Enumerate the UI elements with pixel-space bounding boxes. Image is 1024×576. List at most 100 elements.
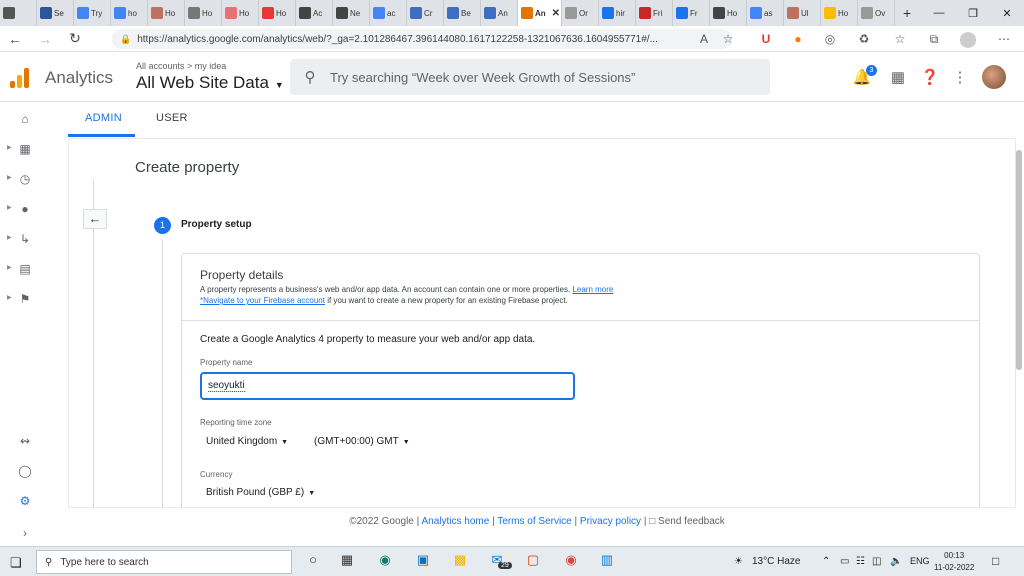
cortana-icon[interactable]: ○ — [302, 552, 324, 572]
browser-tab[interactable]: Ho — [222, 0, 259, 26]
currency-select[interactable]: British Pound (GBP £) ▼ — [206, 487, 315, 498]
browser-tab[interactable]: hir — [599, 0, 636, 26]
language-indicator[interactable]: ENG — [910, 556, 930, 566]
browser-tab[interactable]: Se — [37, 0, 74, 26]
browser-tab[interactable]: ho — [111, 0, 148, 26]
learn-more-link[interactable]: Learn more — [572, 285, 613, 294]
browser-tab[interactable]: ac — [370, 0, 407, 26]
favorites-icon[interactable]: ☆ — [892, 32, 908, 46]
tab-favicon-icon — [151, 7, 163, 19]
timezone-offset-select[interactable]: (GMT+00:00) GMT ▼ — [314, 436, 410, 447]
firebase-link[interactable]: *Navigate to your Firebase account — [200, 296, 325, 305]
avatar[interactable] — [982, 65, 1006, 89]
property-details-card: Property details A property represents a… — [181, 253, 980, 508]
apps-grid-icon[interactable]: ▦ — [888, 68, 908, 86]
nav-expand[interactable]: › — [0, 522, 50, 546]
restore-icon[interactable]: ❐ — [956, 7, 990, 20]
nav-realtime[interactable]: ▶ ◷ — [0, 168, 50, 192]
chrome-icon[interactable]: ◉ — [560, 552, 582, 572]
collections-icon[interactable]: ⧉ — [926, 32, 942, 47]
address-bar: ← → ↻ 🔒 https://analytics.google.com/ana… — [0, 26, 1024, 52]
edge-icon[interactable]: ◉ — [374, 552, 396, 572]
terms-link[interactable]: Terms of Service — [497, 516, 571, 527]
browser-tab[interactable]: Ho — [710, 0, 747, 26]
nav-conversions[interactable]: ▶ ⚑ — [0, 288, 50, 312]
browser-tab[interactable]: Cr — [407, 0, 444, 26]
browser-tab[interactable]: Try — [74, 0, 111, 26]
browser-tab[interactable]: Ul — [784, 0, 821, 26]
scrollbar[interactable] — [1016, 150, 1022, 370]
privacy-link[interactable]: Privacy policy — [580, 516, 641, 527]
favorite-icon[interactable]: ☆ — [720, 32, 736, 46]
network-icon[interactable]: ☷ — [856, 556, 865, 567]
browser-tab[interactable]: as — [747, 0, 784, 26]
browser-tab[interactable]: An — [481, 0, 518, 26]
read-aloud-icon[interactable]: A⁲ — [696, 32, 712, 46]
clock[interactable]: 00:13 11-02-2022 — [934, 550, 974, 574]
close-window-icon[interactable]: ✕ — [990, 7, 1024, 20]
power-icon[interactable]: ◫ — [872, 556, 881, 567]
active-tab-indicator — [68, 134, 135, 137]
url-field[interactable]: 🔒 https://analytics.google.com/analytics… — [112, 29, 732, 49]
help-icon[interactable]: ❓ — [920, 68, 940, 86]
tray-icon[interactable]: ▭ — [840, 556, 849, 567]
browser-tab[interactable]: Ho — [185, 0, 222, 26]
send-feedback-link[interactable]: Send feedback — [658, 516, 725, 527]
clock-time: 00:13 — [934, 550, 974, 562]
app-icon[interactable]: ▣ — [412, 552, 434, 572]
nav-acquisition[interactable]: ▶ ↳ — [0, 228, 50, 252]
nav-admin[interactable]: ⚙ — [0, 490, 50, 514]
browser-tab[interactable]: Ho — [259, 0, 296, 26]
breadcrumb[interactable]: All accounts > my idea — [136, 61, 226, 71]
nav-behavior[interactable]: ▶ ▤ — [0, 258, 50, 282]
volume-icon[interactable]: 🔈 — [890, 556, 902, 567]
close-tab-icon[interactable]: ✕ — [552, 8, 560, 19]
property-name-input[interactable]: seoyukti — [200, 372, 575, 400]
office-icon[interactable]: ▢ — [522, 552, 544, 572]
browser-tab[interactable]: Fr — [673, 0, 710, 26]
browser-tab[interactable]: Fri — [636, 0, 673, 26]
back-button[interactable]: ← — [83, 209, 107, 229]
view-selector[interactable]: All Web Site Data ▼ — [136, 73, 284, 93]
browser-tab[interactable]: Ne — [333, 0, 370, 26]
browser-tab[interactable] — [0, 0, 37, 26]
task-view-icon[interactable]: ▦ — [336, 552, 358, 572]
profile-icon[interactable] — [960, 32, 976, 48]
extension-u-icon[interactable]: U — [758, 32, 774, 46]
nav-audience[interactable]: ▶ ● — [0, 198, 50, 222]
extension-circle-icon[interactable]: ● — [790, 32, 806, 46]
browser-tab[interactable]: An ✕ — [518, 0, 562, 26]
windows-start-icon[interactable]: ❏ — [10, 555, 22, 571]
more-icon[interactable]: ⋯ — [996, 32, 1012, 46]
nav-customization[interactable]: ▶ ▦ — [0, 138, 50, 162]
back-icon[interactable]: ← — [0, 31, 30, 47]
weather-icon[interactable]: ☀ — [734, 556, 743, 567]
nav-discover[interactable]: ◯ — [0, 460, 50, 484]
nav-home[interactable]: ⌂ — [0, 108, 50, 132]
browser-tab[interactable]: Ho — [148, 0, 185, 26]
timezone-country-select[interactable]: United Kingdom ▼ — [206, 436, 288, 447]
notification-center-icon[interactable]: □ — [992, 554, 999, 568]
taskbar-search[interactable]: ⚲ Type here to search — [36, 550, 292, 574]
weather-text[interactable]: 13°C Haze — [752, 556, 800, 567]
extensions-icon[interactable]: ♻ — [856, 32, 872, 46]
nav-attribution[interactable]: ↭ — [0, 430, 50, 454]
browser-tab[interactable]: Be — [444, 0, 481, 26]
browser-tab[interactable]: Or — [562, 0, 599, 26]
extension-speed-icon[interactable]: ◎ — [822, 32, 838, 46]
search-box[interactable]: ⚲ Try searching “Week over Week Growth o… — [290, 59, 770, 95]
browser-tab[interactable]: Ac — [296, 0, 333, 26]
more-vert-icon[interactable]: ⋮ — [950, 68, 970, 86]
file-explorer-icon[interactable]: ▩ — [449, 552, 471, 572]
tab-user[interactable]: USER — [156, 112, 188, 124]
tab-admin[interactable]: ADMIN — [85, 112, 122, 124]
photos-icon[interactable]: ▥ — [596, 552, 618, 572]
tray-chevron-icon[interactable]: ⌃ — [822, 556, 830, 567]
browser-tab[interactable]: Ov — [858, 0, 895, 26]
minimize-icon[interactable]: — — [922, 7, 956, 19]
analytics-home-link[interactable]: Analytics home — [421, 516, 489, 527]
forward-icon[interactable]: → — [30, 31, 60, 47]
browser-tab[interactable]: Ho — [821, 0, 858, 26]
refresh-icon[interactable]: ↻ — [60, 30, 90, 47]
new-tab-button[interactable]: + — [895, 5, 919, 21]
